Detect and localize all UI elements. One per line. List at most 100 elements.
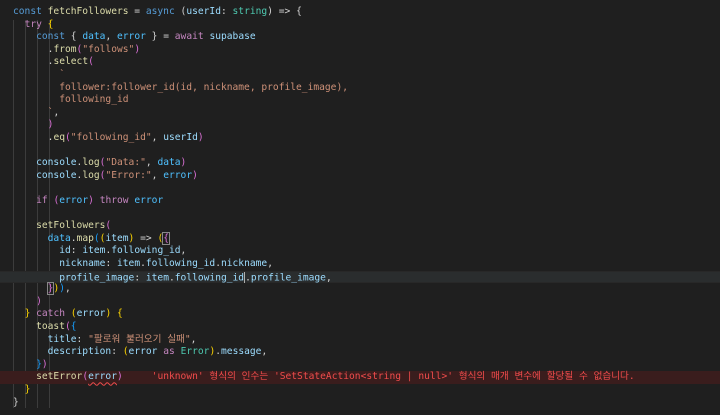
code-line[interactable]: const fetchFollowers = async (userId: st… — [0, 6, 720, 19]
code-token: => — [134, 232, 158, 244]
code-line[interactable]: description: (error as Error).message, — [0, 346, 720, 359]
code-token: "Error:" — [105, 169, 152, 181]
code-text: .from("follows") — [13, 44, 140, 57]
code-token: error — [163, 169, 193, 181]
code-token: item — [105, 232, 129, 244]
code-line[interactable]: try { — [0, 19, 720, 32]
code-token: } — [24, 384, 31, 395]
code-token: const — [36, 31, 65, 43]
code-line[interactable]: ` — [0, 69, 720, 82]
code-line[interactable]: title: "팔로워 불러오기 실패", — [0, 334, 720, 347]
code-text: follower:follower_id(id, nickname, profi… — [13, 82, 348, 95]
code-token: id — [59, 245, 71, 257]
code-token: { — [41, 18, 54, 30]
code-token: following_id — [59, 94, 129, 106]
code-line[interactable] — [0, 145, 720, 158]
code-editor[interactable]: const fetchFollowers = async (userId: st… — [0, 0, 720, 415]
code-token: , — [180, 245, 187, 257]
code-line[interactable]: console.log("Data:", data) — [0, 157, 720, 170]
code-line[interactable]: ) — [0, 296, 720, 309]
code-token: , — [190, 333, 197, 345]
error-message: 'unknown' 형식의 인수는 'SetStateAction<string… — [151, 371, 635, 383]
code-token: data — [157, 157, 181, 169]
code-token: Error — [180, 346, 210, 358]
code-token: "following_id" — [70, 132, 152, 143]
code-line[interactable]: profile_image: item.following_id.profile… — [0, 270, 720, 284]
code-text: })), — [13, 282, 71, 296]
code-token: , — [151, 169, 164, 181]
code-text: .eq("following_id", userId) — [13, 132, 204, 145]
code-line[interactable]: following_id — [0, 94, 720, 107]
code-token: : — [134, 272, 146, 284]
code-line[interactable]: console.log("Error:", error) — [0, 170, 720, 183]
code-text: if (error) throw error — [13, 195, 163, 208]
code-token: setFollowers — [36, 220, 106, 232]
code-text: nickname: item.following_id.nickname, — [13, 258, 273, 271]
code-line[interactable]: setFollowers( — [0, 220, 720, 233]
code-text: `, — [13, 106, 60, 120]
code-line[interactable]: id: item.following_id, — [0, 245, 720, 258]
code-token: : — [76, 333, 89, 345]
code-line[interactable]: })), — [0, 282, 720, 296]
code-line[interactable]: .select( — [0, 56, 720, 69]
code-token: ( — [174, 6, 187, 17]
code-text: .select( — [13, 56, 94, 69]
code-token: select — [53, 56, 89, 68]
code-token: , — [145, 157, 158, 169]
code-line[interactable] — [0, 182, 720, 195]
code-token: } — [13, 396, 19, 408]
code-token: nickname — [59, 258, 106, 269]
code-line[interactable]: .from("follows") — [0, 44, 720, 57]
code-token: error — [59, 195, 89, 206]
code-token: . — [13, 56, 54, 68]
code-text: console.log("Data:", data) — [13, 157, 186, 170]
code-token: , — [53, 106, 60, 118]
code-token: : — [111, 346, 123, 358]
code-text: const fetchFollowers = async (userId: st… — [13, 6, 302, 19]
code-token: following_id — [111, 245, 181, 257]
code-line[interactable]: } catch (error) { — [0, 308, 720, 321]
code-line[interactable]: `, — [0, 107, 720, 120]
code-token: , — [325, 272, 332, 284]
code-token: async — [145, 6, 175, 17]
code-token: ) => { — [267, 6, 302, 17]
code-line[interactable] — [0, 208, 720, 221]
code-token: "팔로워 불러오기 실패" — [88, 333, 191, 345]
code-token: { — [65, 31, 83, 43]
code-text: } — [13, 384, 31, 397]
code-token: item — [82, 245, 106, 257]
code-line[interactable]: }) — [0, 359, 720, 372]
code-line[interactable]: data.map((item) => ({ — [0, 231, 720, 246]
code-token: userId — [163, 132, 198, 143]
code-line[interactable]: if (error) throw error — [0, 195, 720, 208]
code-text: following_id — [13, 94, 129, 107]
code-text: title: "팔로워 불러오기 실패", — [13, 333, 197, 347]
code-line[interactable]: ) — [0, 119, 720, 132]
code-token: follower:follower_id(id, nickname, profi… — [59, 81, 349, 93]
code-line[interactable]: follower:follower_id(id, nickname, profi… — [0, 82, 720, 95]
code-line[interactable]: setError(error) 'unknown' 형식의 인수는 'SetSt… — [0, 371, 720, 384]
code-line[interactable]: nickname: item.following_id.nickname, — [0, 258, 720, 271]
code-token: setError — [36, 371, 83, 383]
code-text: }) — [13, 359, 48, 372]
code-token: , — [267, 258, 273, 269]
code-text: ) — [13, 119, 54, 132]
code-line[interactable]: const { data, error } = await supabase — [0, 31, 720, 44]
code-token: ) — [134, 43, 141, 55]
code-line[interactable]: } — [0, 397, 720, 410]
code-line[interactable]: .eq("following_id", userId) — [0, 132, 720, 145]
code-text: setError(error) 'unknown' 형식의 인수는 'SetSt… — [13, 371, 635, 384]
code-token: , — [151, 132, 164, 143]
code-line[interactable]: toast({ — [0, 321, 720, 334]
code-line[interactable]: } — [0, 384, 720, 397]
code-text: } — [13, 397, 19, 410]
